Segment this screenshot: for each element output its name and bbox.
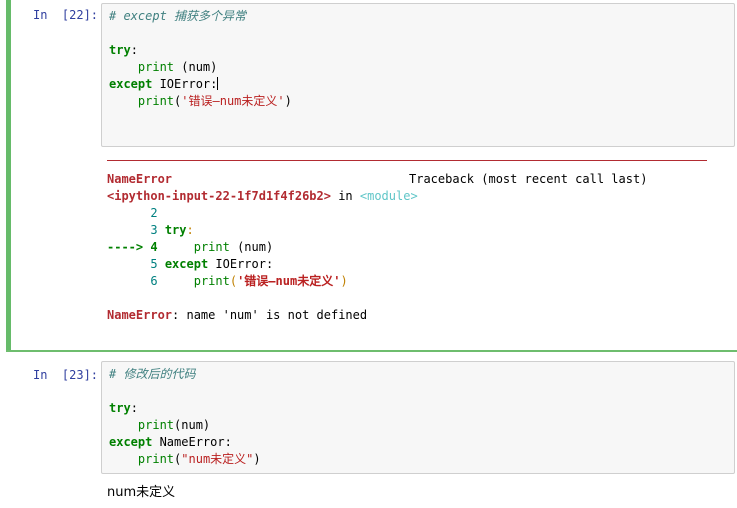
code-editor[interactable]: # except 捕获多个异常 try: print (num) except … [101, 3, 735, 147]
code-text[interactable]: # 修改后的代码 try: print(num) except NameErro… [109, 366, 261, 468]
code-editor[interactable]: # 修改后的代码 try: print(num) except NameErro… [101, 361, 735, 474]
input-prompt: In [23]: [33, 368, 99, 382]
traceback-header: NameError Traceback (most recent call las… [107, 172, 648, 186]
cell-selection-indicator [6, 0, 11, 352]
cell-bottom-border [6, 350, 737, 352]
code-cell-22[interactable]: In [22]: # except 捕获多个异常 try: print (num… [0, 0, 737, 352]
code-text[interactable]: # except 捕获多个异常 try: print (num) except … [109, 8, 292, 110]
traceback-body: <ipython-input-22-1f7d1f4f26b2> in <modu… [107, 189, 418, 322]
traceback-separator [107, 160, 707, 161]
text-cursor [217, 77, 219, 90]
input-prompt: In [22]: [33, 8, 99, 22]
cell-output-23: num未定义 [107, 485, 176, 500]
